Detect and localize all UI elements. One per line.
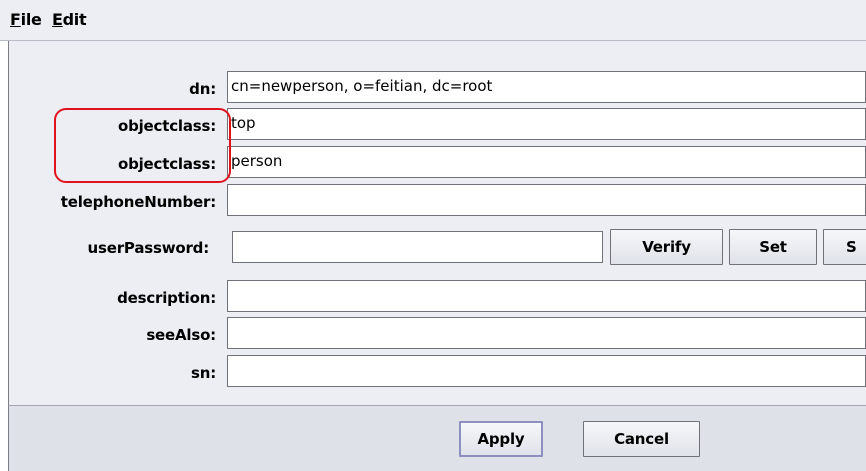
sn-label: sn: (190, 364, 216, 382)
objectclass-label: objectclass: (117, 155, 216, 173)
menu-bar: File Edit (0, 0, 866, 41)
objectclass-top-field[interactable]: top (227, 108, 866, 140)
cancel-button[interactable]: Cancel (583, 421, 700, 457)
sn-field[interactable] (227, 355, 866, 387)
description-field[interactable] (227, 280, 866, 312)
dialog-button-bar (8, 405, 866, 471)
see-also-label: seeAlso: (146, 326, 216, 344)
user-password-label: userPassword: (87, 239, 210, 257)
description-label: description: (117, 289, 216, 307)
verify-button[interactable]: Verify (610, 229, 723, 265)
objectclass-label: objectclass: (117, 117, 216, 135)
set-button[interactable]: Set (729, 229, 817, 265)
see-also-field[interactable] (227, 317, 866, 349)
telephone-number-field[interactable] (227, 184, 866, 216)
dn-label: dn: (189, 80, 216, 98)
dn-field[interactable]: cn=newperson, o=feitian, dc=root (227, 71, 866, 103)
third-password-button[interactable]: S (823, 229, 866, 265)
menu-edit[interactable]: Edit (52, 10, 87, 29)
menu-file[interactable]: File (10, 10, 42, 29)
ldap-entry-editor-window: File Edit dn: cn=newperson, o=feitian, d… (0, 0, 866, 471)
objectclass-person-field[interactable]: person (227, 146, 866, 178)
telephone-number-label: telephoneNumber: (60, 193, 216, 211)
user-password-field[interactable] (232, 231, 603, 263)
apply-button[interactable]: Apply (459, 421, 543, 457)
